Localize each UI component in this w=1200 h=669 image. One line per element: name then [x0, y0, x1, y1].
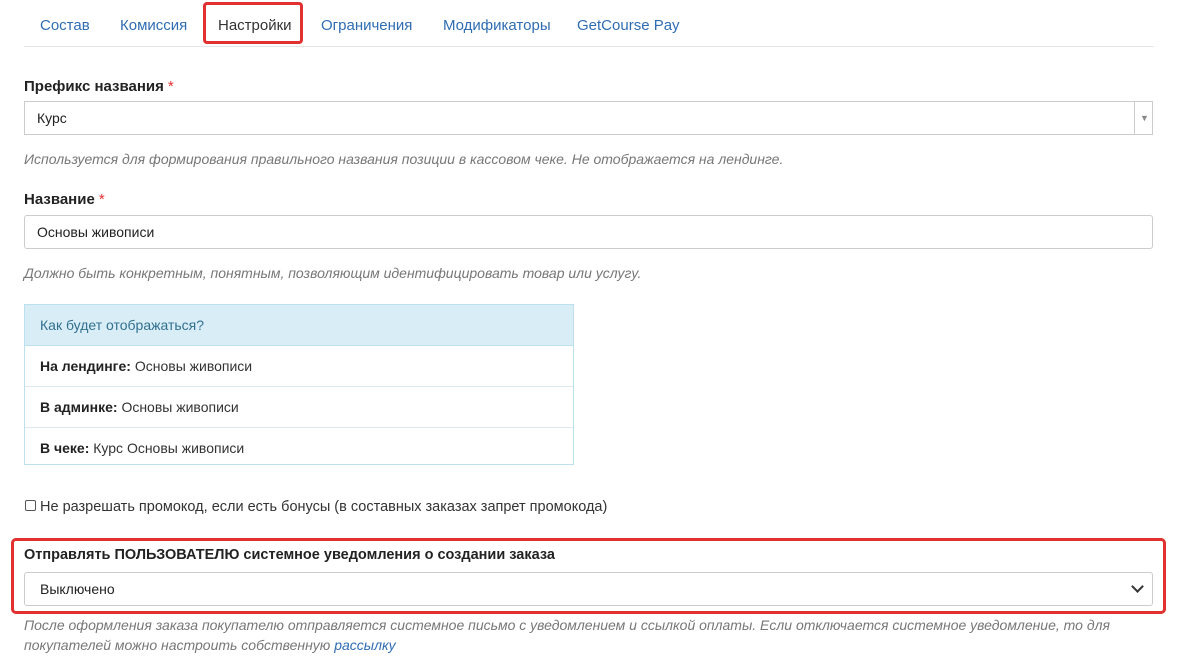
required-mark: *	[98, 191, 105, 208]
promo-checkbox-label[interactable]: Не разрешать промокод, если есть бонусы …	[40, 497, 607, 517]
tab-restrictions[interactable]: Ограничения	[321, 0, 412, 46]
name-input[interactable]: Основы живописи	[24, 215, 1153, 249]
notification-hint: После оформления заказа покупателю отпра…	[24, 617, 1110, 653]
notification-select[interactable]: Выключено	[24, 572, 1153, 606]
prefix-select-arrow[interactable]: ▼	[1134, 102, 1152, 134]
caret-down-icon: ▼	[1140, 113, 1149, 123]
tab-modifiers[interactable]: Модификаторы	[443, 0, 551, 46]
prefix-select[interactable]: Курс ▼	[24, 101, 1153, 135]
tab-composition[interactable]: Состав	[40, 0, 90, 46]
tab-getcourse-pay[interactable]: GetCourse Pay	[577, 0, 680, 46]
notification-label: Отправлять ПОЛЬЗОВАТЕЛЮ системное уведом…	[24, 547, 555, 563]
name-input-value: Основы живописи	[37, 224, 155, 240]
display-preview-panel: Как будет отображаться? На лендинге: Осн…	[24, 304, 574, 465]
name-label: Название *	[24, 191, 105, 208]
active-tab-highlight	[203, 2, 303, 44]
notification-select-value: Выключено	[40, 581, 115, 597]
preview-title: Как будет отображаться?	[25, 305, 573, 346]
preview-row-receipt: В чеке: Курс Основы живописи	[40, 440, 245, 456]
mailing-link[interactable]: рассылку	[334, 637, 395, 653]
chevron-down-icon	[1131, 580, 1144, 593]
name-hint: Должно быть конкретным, понятным, позвол…	[24, 265, 642, 281]
prefix-select-value: Курс	[37, 110, 67, 126]
prefix-hint: Используется для формирования правильног…	[24, 151, 784, 167]
prefix-label: Префикс названия *	[24, 78, 174, 95]
preview-row-landing: На лендинге: Основы живописи	[25, 346, 573, 387]
promo-checkbox[interactable]	[25, 500, 36, 511]
tab-bar: Состав Комиссия Настройки Ограничения Мо…	[24, 0, 1154, 47]
tab-commission[interactable]: Комиссия	[120, 0, 187, 46]
required-mark: *	[167, 78, 174, 95]
preview-row-admin: В админке: Основы живописи	[25, 387, 573, 428]
